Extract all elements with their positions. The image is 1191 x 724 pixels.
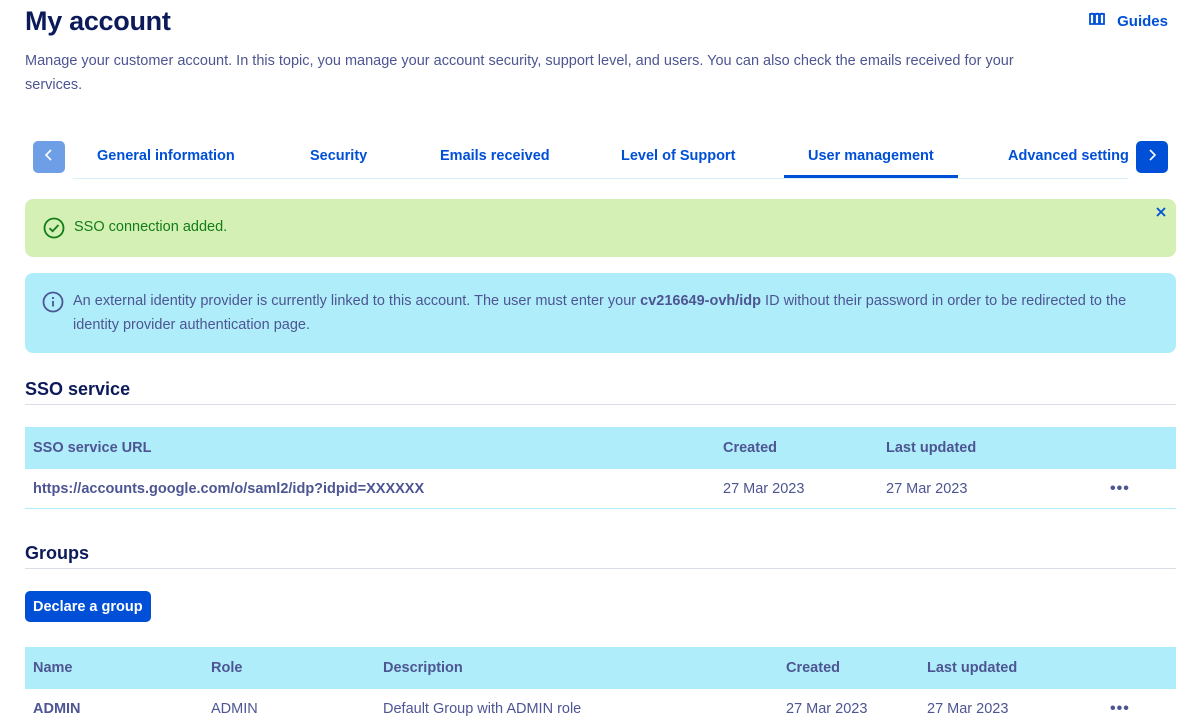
tab-advanced-settings[interactable]: Advanced setting <box>1008 148 1129 164</box>
created-date: 27 Mar 2023 <box>723 480 805 497</box>
tab-level-of-support[interactable]: Level of Support <box>621 148 735 164</box>
column-header-role: Role <box>211 660 243 676</box>
groups-table-header: Name Role Description Created Last updat… <box>25 647 1176 689</box>
tab-security[interactable]: Security <box>310 148 367 164</box>
chevron-left-icon <box>44 148 54 166</box>
updated-date: 27 Mar 2023 <box>927 700 1009 717</box>
created-date: 27 Mar 2023 <box>786 700 868 717</box>
declare-group-button[interactable]: Declare a group <box>25 591 151 622</box>
guides-link[interactable]: Guides <box>1089 12 1168 30</box>
sso-section-title: SSO service <box>25 379 1176 405</box>
sso-table-header: SSO service URL Created Last updated <box>25 427 1176 469</box>
chevron-right-icon <box>1147 148 1157 166</box>
tabs-next-button[interactable] <box>1136 141 1168 173</box>
group-description: Default Group with ADMIN role <box>383 700 582 717</box>
info-alert: An external identity provider is current… <box>25 273 1176 353</box>
tabs-prev-button[interactable] <box>33 141 65 173</box>
page-title: My account <box>25 6 171 36</box>
column-header-sso-url: SSO service URL <box>33 440 152 456</box>
sso-table: SSO service URL Created Last updated htt… <box>25 427 1176 509</box>
tab-emails-received[interactable]: Emails received <box>440 148 550 164</box>
column-header-last-updated: Last updated <box>927 660 1018 676</box>
page-intro: Manage your customer account. In this to… <box>25 53 1014 93</box>
success-alert: SSO connection added. <box>25 199 1176 257</box>
idp-identifier: cv216649-ovh/idp <box>640 293 762 309</box>
tab-bar: General information Security Emails rece… <box>33 141 1168 179</box>
sso-url-link[interactable]: https://accounts.google.com/o/saml2/idp?… <box>33 469 424 508</box>
tab-bar-divider <box>73 178 1128 179</box>
groups-section-title: Groups <box>25 543 1176 569</box>
groups-table: Name Role Description Created Last updat… <box>25 647 1176 724</box>
check-circle-icon <box>43 217 65 239</box>
updated-date: 27 Mar 2023 <box>886 480 968 497</box>
tab-user-management[interactable]: User management <box>784 148 958 178</box>
book-open-icon <box>1089 12 1106 30</box>
success-message: SSO connection added. <box>74 219 228 235</box>
info-circle-icon <box>42 291 64 313</box>
group-role: ADMIN <box>211 700 258 717</box>
column-header-created: Created <box>786 660 840 676</box>
column-header-last-updated: Last updated <box>886 440 977 456</box>
more-actions-icon[interactable]: ••• <box>1110 689 1130 724</box>
close-icon[interactable] <box>1154 205 1168 219</box>
table-row: ADMIN ADMIN Default Group with ADMIN rol… <box>25 689 1176 724</box>
group-name: ADMIN <box>33 700 81 717</box>
column-header-name: Name <box>33 660 73 676</box>
more-actions-icon[interactable]: ••• <box>1110 469 1130 508</box>
info-text-before: An external identity provider is current… <box>73 293 641 309</box>
guides-label: Guides <box>1117 12 1168 30</box>
tab-general-information[interactable]: General information <box>97 148 235 164</box>
info-message: An external identity provider is current… <box>73 289 1158 337</box>
column-header-description: Description <box>383 660 463 676</box>
column-header-created: Created <box>723 440 777 456</box>
table-row: https://accounts.google.com/o/saml2/idp?… <box>25 469 1176 509</box>
